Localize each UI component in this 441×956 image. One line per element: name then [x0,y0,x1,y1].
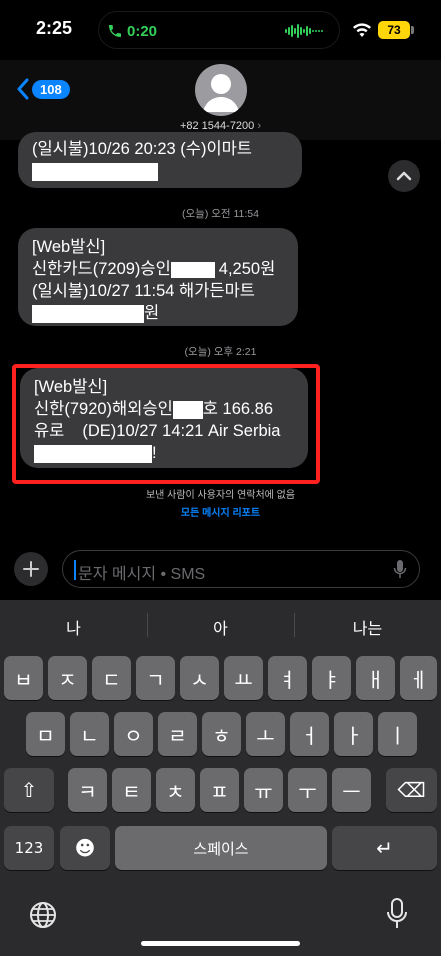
message-line: (일시불)10/27 11:54 해가든마트 [32,282,255,300]
compose-bar: 문자 메시지 • SMS [0,548,441,600]
key-row1[interactable]: ㄷ [92,656,131,700]
key-row3[interactable]: ㅊ [156,768,195,812]
key-row3[interactable]: ㅜ [288,768,327,812]
battery-indicator: 73 [378,21,410,39]
key-row1[interactable]: ㅅ [180,656,219,700]
scroll-up-button[interactable] [388,160,420,192]
person-icon [203,74,239,112]
message-text: 신한카드(7209)승인 [32,260,171,278]
key-row2[interactable]: ㅎ [202,712,241,756]
call-duration: 0:20 [127,22,158,40]
key-row2[interactable]: ㅓ [290,712,329,756]
key-row2[interactable]: ㅇ [114,712,153,756]
dynamic-island[interactable]: 0:20 [98,11,340,49]
message-text: 4,250원 [218,260,276,278]
suggestion-1[interactable]: 나 [0,615,147,639]
home-indicator[interactable] [141,941,300,946]
back-button[interactable]: 108 [16,78,70,100]
key-row1[interactable]: ㅈ [48,656,87,700]
contact-avatar[interactable] [195,64,247,116]
key-row3[interactable]: ㅠ [244,768,283,812]
text-caret [74,560,76,580]
key-row2[interactable]: ㄹ [158,712,197,756]
plus-icon [23,561,39,577]
microphone-icon[interactable] [386,898,408,930]
key-row1[interactable]: ㅑ [312,656,351,700]
key-row2[interactable]: ㅣ [378,712,417,756]
key-row1[interactable]: ㅛ [224,656,263,700]
key-row3[interactable]: ㅍ [200,768,239,812]
redaction [32,304,144,323]
return-icon: ↵ [376,836,393,860]
phone-icon [109,25,121,37]
unknown-sender-notice: 보낸 사람이 사용자의 연락처에 없음 [145,490,296,501]
key-row3[interactable]: ㅋ [68,768,107,812]
report-all-messages-link[interactable]: 모든 메시지 리포트 [0,504,441,519]
message-line-redacted [32,160,288,182]
emoji-key[interactable]: ☻ [60,826,110,870]
contact-name[interactable]: +82 1544-7200 › [0,120,441,132]
globe-icon[interactable] [28,900,58,930]
key-row2[interactable]: ㅏ [334,712,373,756]
key-row3[interactable]: ㅡ [332,768,371,812]
contact-chevron: › [257,120,262,132]
message-input[interactable]: 문자 메시지 • SMS [62,550,420,588]
message-input-placeholder: 문자 메시지 • SMS [78,566,206,583]
message-text: 원 [144,304,160,322]
chevron-left-icon [17,78,29,100]
suggestion-3[interactable]: 나는 [294,615,441,639]
redaction [170,261,215,278]
key-row2[interactable]: ㅗ [246,712,285,756]
redaction [32,162,158,181]
message-list[interactable]: (일시불)10/26 20:23 (수)이마트 (오늘) 오전 11:54 [W… [0,132,441,540]
shift-icon: ⇧ [20,778,38,802]
conversation-header: 108 +82 1544-7200 › [0,60,441,140]
active-call-indicator[interactable]: 0:20 [107,20,157,42]
status-bar: 2:25 0:20 73 [0,0,441,60]
chevron-up-icon [396,171,412,181]
key-row2[interactable]: ㄴ [70,712,109,756]
unread-count-badge: 108 [32,79,70,99]
highlight-box [12,364,320,484]
keyboard: 나 아 나는 ㅂ ㅈ ㄷ ㄱ ㅅ ㅛ ㅕ ㅑ ㅐ ㅔ ㅁ ㄴ ㅇ ㄹ ㅎ ㅗ ㅓ… [0,600,441,956]
emoji-icon: ☻ [74,836,96,860]
message-line: (일시불)10/26 20:23 (수)이마트 [32,140,252,158]
shift-key[interactable]: ⇧ [4,768,54,812]
message-timestamp: (오늘) 오전 11:54 [182,208,259,220]
message-line: 신한카드(7209)승인 4,250원 [32,258,284,280]
key-row3[interactable]: ㅌ [112,768,151,812]
battery-cap [411,26,414,34]
key-row1[interactable]: ㅐ [356,656,395,700]
key-row1[interactable]: ㅔ [400,656,437,700]
message-timestamp: (오늘) 오후 2:21 [184,346,257,358]
status-time: 2:25 [36,18,73,38]
message-line: [Web발신] [32,238,106,256]
message-bubble[interactable]: [Web발신] 신한카드(7209)승인 4,250원 (일시불)10/27 11… [18,228,298,326]
message-line: 원 [32,302,284,324]
delete-key[interactable]: ⌫ [386,768,437,812]
delete-icon: ⌫ [397,778,426,802]
dictation-mic-icon[interactable] [393,559,407,581]
space-key[interactable]: 스페이스 [115,826,327,870]
key-row1[interactable]: ㅕ [268,656,307,700]
numbers-key[interactable]: 123 [4,826,54,870]
key-row1[interactable]: ㅂ [4,656,43,700]
contact-number: +82 1544-7200 [179,120,255,132]
key-row1[interactable]: ㄱ [136,656,175,700]
add-attachment-button[interactable] [14,552,48,586]
wifi-icon [353,23,371,37]
message-bubble[interactable]: (일시불)10/26 20:23 (수)이마트 [18,132,302,188]
key-row2[interactable]: ㅁ [26,712,65,756]
suggestion-2[interactable]: 아 [147,615,294,639]
suggestion-bar: 나 아 나는 [0,600,441,646]
return-key[interactable]: ↵ [332,826,437,870]
audio-waveform-icon [285,24,323,38]
